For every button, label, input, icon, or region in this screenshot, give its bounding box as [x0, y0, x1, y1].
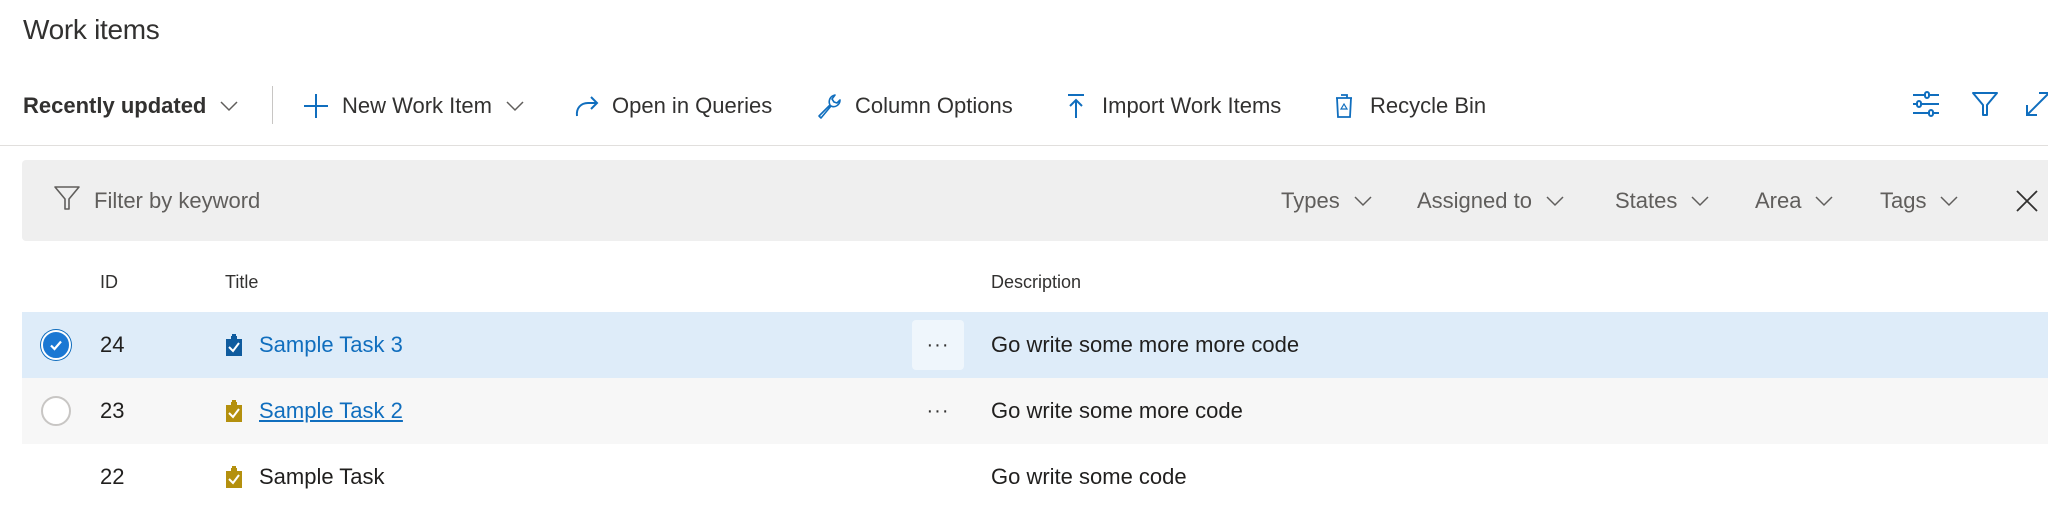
chevron-down-icon	[1691, 195, 1709, 206]
new-work-item-button[interactable]: New Work Item	[302, 84, 524, 128]
work-item-title-link[interactable]: Sample Task	[259, 464, 385, 490]
import-work-items-button[interactable]: Import Work Items	[1062, 84, 1281, 128]
fullscreen-button[interactable]	[2018, 84, 2048, 128]
grid-header: ID Title Description	[22, 262, 2048, 302]
recycle-bin-button[interactable]: Recycle Bin	[1330, 84, 1486, 128]
table-row[interactable]: 23 Sample Task 2 ··· Go write some more …	[22, 378, 2048, 444]
table-row[interactable]: 24 Sample Task 3 ··· Go write some more …	[22, 312, 2048, 378]
column-header-id[interactable]: ID	[100, 262, 118, 302]
filter-area-dropdown[interactable]: Area	[1755, 160, 1834, 241]
page-title: Work items	[23, 14, 160, 45]
filter-bar: Filter by keyword Types Assigned to Stat…	[22, 160, 2048, 241]
view-selector-label: Recently updated	[23, 93, 207, 118]
chevron-down-icon	[506, 100, 524, 112]
view-options-button[interactable]	[1906, 84, 1946, 128]
row-checkbox-unchecked[interactable]	[41, 396, 71, 426]
share-arrow-icon	[572, 92, 600, 120]
view-options-icon	[1911, 89, 1941, 124]
work-item-id: 24	[100, 332, 125, 357]
filter-icon	[1970, 89, 2000, 124]
new-work-item-label: New Work Item	[342, 93, 492, 118]
clear-filter-button[interactable]	[2007, 160, 2047, 241]
filter-states-label: States	[1615, 187, 1678, 213]
recycle-bin-label: Recycle Bin	[1370, 93, 1487, 118]
column-options-button[interactable]: Column Options	[815, 84, 1013, 128]
open-in-queries-button[interactable]: Open in Queries	[572, 84, 772, 128]
keyword-filter-placeholder: Filter by keyword	[94, 187, 261, 213]
work-item-title-cell: Sample Task	[225, 444, 385, 510]
filter-types-dropdown[interactable]: Types	[1281, 160, 1372, 241]
wrench-icon	[815, 92, 843, 120]
task-icon	[226, 334, 242, 356]
toolbar-divider	[272, 86, 273, 124]
work-item-title-link[interactable]: Sample Task 2	[259, 398, 403, 424]
filter-area-label: Area	[1755, 187, 1802, 213]
work-item-id: 22	[100, 464, 125, 489]
work-item-title-cell: Sample Task 2	[225, 378, 403, 444]
toolbar-bottom-divider	[0, 145, 2048, 146]
column-header-title[interactable]: Title	[225, 262, 258, 302]
work-item-description: Go write some more more code	[991, 332, 1300, 357]
column-options-label: Column Options	[855, 93, 1013, 118]
more-actions-button[interactable]: ···	[912, 320, 964, 370]
plus-icon	[302, 92, 330, 120]
work-item-title-link[interactable]: Sample Task 3	[259, 332, 403, 358]
filter-toggle-button[interactable]	[1965, 84, 2005, 128]
filter-assigned-to-dropdown[interactable]: Assigned to	[1417, 160, 1564, 241]
work-item-description: Go write some code	[991, 464, 1187, 489]
filter-assigned-to-label: Assigned to	[1417, 187, 1532, 213]
filter-tags-label: Tags	[1880, 187, 1927, 213]
expand-icon	[2023, 89, 2048, 124]
filter-states-dropdown[interactable]: States	[1615, 160, 1709, 241]
task-icon	[226, 400, 242, 422]
import-work-items-label: Import Work Items	[1102, 93, 1282, 118]
open-in-queries-label: Open in Queries	[612, 93, 773, 118]
table-row[interactable]: 22 Sample Task Go write some code	[22, 444, 2048, 510]
keyword-filter-input[interactable]: Filter by keyword	[52, 160, 260, 241]
work-item-id: 23	[100, 398, 125, 423]
chevron-down-icon	[220, 100, 238, 112]
filter-types-label: Types	[1281, 187, 1340, 213]
chevron-down-icon	[1354, 195, 1372, 206]
view-selector-dropdown[interactable]: Recently updated	[23, 84, 238, 128]
chevron-down-icon	[1940, 195, 1959, 206]
work-item-description: Go write some more code	[991, 398, 1243, 423]
filter-icon	[52, 183, 94, 219]
upload-arrow-icon	[1062, 92, 1090, 120]
toolbar: Recently updated New Work Item Open in Q…	[0, 84, 2048, 128]
recycle-bin-icon	[1330, 92, 1358, 120]
checkmark-icon	[50, 340, 62, 351]
work-item-title-cell: Sample Task 3	[225, 312, 403, 378]
task-icon	[226, 466, 242, 488]
chevron-down-icon	[1546, 195, 1564, 206]
filter-tags-dropdown[interactable]: Tags	[1880, 160, 1959, 241]
column-header-description[interactable]: Description	[991, 262, 1081, 302]
row-checkbox-checked[interactable]	[41, 330, 71, 360]
chevron-down-icon	[1815, 195, 1834, 206]
more-actions-button[interactable]: ···	[912, 386, 964, 436]
close-icon	[2016, 189, 2038, 212]
